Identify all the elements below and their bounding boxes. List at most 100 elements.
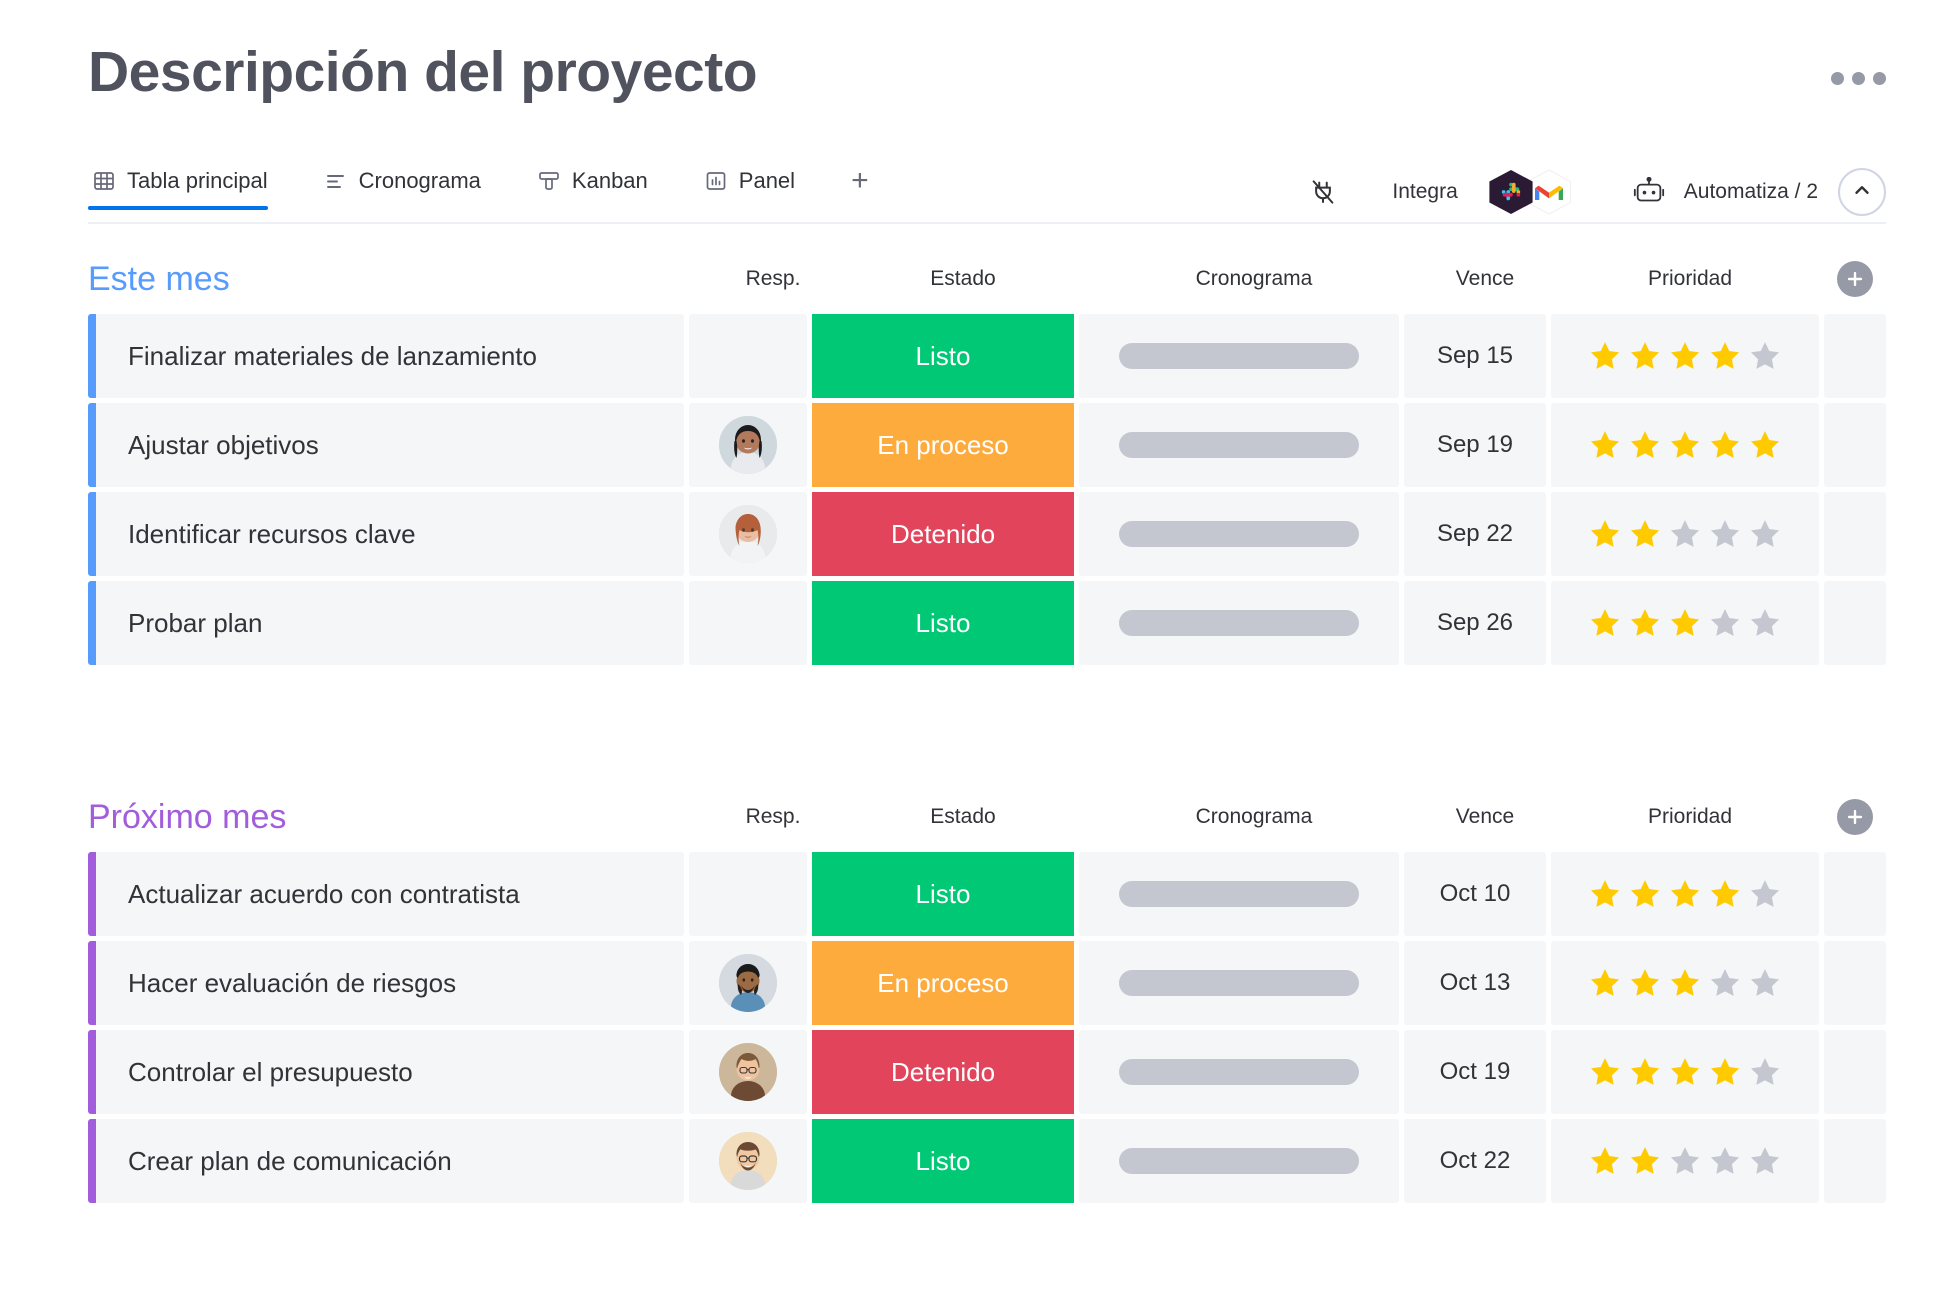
- star-icon[interactable]: [1588, 606, 1622, 640]
- cell-timeline[interactable]: [1079, 492, 1399, 576]
- cell-timeline[interactable]: [1079, 581, 1399, 665]
- tab-cronograma[interactable]: Cronograma: [320, 168, 503, 208]
- cell-timeline[interactable]: [1079, 1119, 1399, 1203]
- cell-due-date[interactable]: Oct 22: [1404, 1119, 1546, 1203]
- cell-due-date[interactable]: Oct 10: [1404, 852, 1546, 936]
- integrate-button[interactable]: Integra: [1392, 180, 1457, 204]
- star-icon[interactable]: [1748, 1144, 1782, 1178]
- rating-stars[interactable]: [1588, 1144, 1782, 1178]
- automate-button[interactable]: Automatiza / 2: [1684, 180, 1818, 204]
- add-column-button[interactable]: [1837, 799, 1873, 835]
- rating-stars[interactable]: [1588, 339, 1782, 373]
- star-icon[interactable]: [1628, 966, 1662, 1000]
- star-icon[interactable]: [1708, 1055, 1742, 1089]
- star-icon[interactable]: [1708, 1144, 1742, 1178]
- avatar[interactable]: [719, 505, 777, 563]
- rating-stars[interactable]: [1588, 517, 1782, 551]
- tab-tabla-principal[interactable]: Tabla principal: [88, 168, 290, 210]
- star-icon[interactable]: [1748, 966, 1782, 1000]
- cell-status[interactable]: Listo: [812, 852, 1074, 936]
- star-icon[interactable]: [1628, 339, 1662, 373]
- table-row[interactable]: Identificar recursos clave Detenido Sep …: [88, 492, 1886, 576]
- cell-due-date[interactable]: Oct 19: [1404, 1030, 1546, 1114]
- row-name[interactable]: Probar plan: [96, 581, 684, 665]
- table-row[interactable]: Controlar el presupuesto Detenido Oct 19: [88, 1030, 1886, 1114]
- cell-responsible[interactable]: [689, 403, 807, 487]
- cell-priority[interactable]: [1551, 581, 1819, 665]
- tab-panel[interactable]: Panel: [700, 168, 817, 208]
- star-icon[interactable]: [1668, 1144, 1702, 1178]
- cell-status[interactable]: Listo: [812, 314, 1074, 398]
- table-row[interactable]: Ajustar objetivos En proceso Sep 19: [88, 403, 1886, 487]
- row-name[interactable]: Finalizar materiales de lanzamiento: [96, 314, 684, 398]
- cell-priority[interactable]: [1551, 941, 1819, 1025]
- more-options-button[interactable]: [1831, 72, 1886, 85]
- star-icon[interactable]: [1708, 966, 1742, 1000]
- star-icon[interactable]: [1708, 339, 1742, 373]
- cell-responsible[interactable]: [689, 1119, 807, 1203]
- star-icon[interactable]: [1668, 877, 1702, 911]
- star-icon[interactable]: [1748, 877, 1782, 911]
- star-icon[interactable]: [1748, 339, 1782, 373]
- row-name[interactable]: Hacer evaluación de riesgos: [96, 941, 684, 1025]
- cell-due-date[interactable]: Sep 26: [1404, 581, 1546, 665]
- star-icon[interactable]: [1708, 428, 1742, 462]
- table-row[interactable]: Actualizar acuerdo con contratista Listo…: [88, 852, 1886, 936]
- avatar[interactable]: [719, 416, 777, 474]
- cell-timeline[interactable]: [1079, 1030, 1399, 1114]
- cell-due-date[interactable]: Sep 22: [1404, 492, 1546, 576]
- cell-status[interactable]: Listo: [812, 1119, 1074, 1203]
- star-icon[interactable]: [1588, 428, 1622, 462]
- cell-status[interactable]: En proceso: [812, 941, 1074, 1025]
- star-icon[interactable]: [1668, 517, 1702, 551]
- star-icon[interactable]: [1748, 606, 1782, 640]
- star-icon[interactable]: [1668, 428, 1702, 462]
- cell-status[interactable]: Detenido: [812, 1030, 1074, 1114]
- cell-responsible[interactable]: [689, 492, 807, 576]
- avatar[interactable]: [719, 954, 777, 1012]
- avatar[interactable]: [719, 1132, 777, 1190]
- rating-stars[interactable]: [1588, 966, 1782, 1000]
- cell-timeline[interactable]: [1079, 403, 1399, 487]
- cell-priority[interactable]: [1551, 403, 1819, 487]
- table-row[interactable]: Finalizar materiales de lanzamiento List…: [88, 314, 1886, 398]
- rating-stars[interactable]: [1588, 877, 1782, 911]
- star-icon[interactable]: [1628, 1144, 1662, 1178]
- star-icon[interactable]: [1668, 606, 1702, 640]
- star-icon[interactable]: [1708, 606, 1742, 640]
- cell-priority[interactable]: [1551, 1119, 1819, 1203]
- cell-priority[interactable]: [1551, 1030, 1819, 1114]
- star-icon[interactable]: [1748, 1055, 1782, 1089]
- star-icon[interactable]: [1628, 517, 1662, 551]
- star-icon[interactable]: [1588, 1144, 1622, 1178]
- table-row[interactable]: Crear plan de comunicación Listo Oct 22: [88, 1119, 1886, 1203]
- table-row[interactable]: Hacer evaluación de riesgos En proceso O…: [88, 941, 1886, 1025]
- row-name[interactable]: Ajustar objetivos: [96, 403, 684, 487]
- star-icon[interactable]: [1588, 1055, 1622, 1089]
- star-icon[interactable]: [1628, 1055, 1662, 1089]
- row-name[interactable]: Controlar el presupuesto: [96, 1030, 684, 1114]
- cell-responsible[interactable]: [689, 941, 807, 1025]
- star-icon[interactable]: [1668, 966, 1702, 1000]
- cell-priority[interactable]: [1551, 852, 1819, 936]
- star-icon[interactable]: [1708, 517, 1742, 551]
- cell-timeline[interactable]: [1079, 314, 1399, 398]
- star-icon[interactable]: [1748, 428, 1782, 462]
- star-icon[interactable]: [1708, 877, 1742, 911]
- cell-timeline[interactable]: [1079, 852, 1399, 936]
- star-icon[interactable]: [1588, 517, 1622, 551]
- rating-stars[interactable]: [1588, 1055, 1782, 1089]
- cell-status[interactable]: En proceso: [812, 403, 1074, 487]
- cell-responsible[interactable]: [689, 852, 807, 936]
- star-icon[interactable]: [1628, 606, 1662, 640]
- rating-stars[interactable]: [1588, 428, 1782, 462]
- star-icon[interactable]: [1668, 339, 1702, 373]
- star-icon[interactable]: [1588, 966, 1622, 1000]
- star-icon[interactable]: [1588, 339, 1622, 373]
- collapse-toolbar-button[interactable]: [1838, 168, 1886, 216]
- star-icon[interactable]: [1748, 517, 1782, 551]
- cell-priority[interactable]: [1551, 492, 1819, 576]
- cell-due-date[interactable]: Sep 19: [1404, 403, 1546, 487]
- add-column-button[interactable]: [1837, 261, 1873, 297]
- add-view-button[interactable]: +: [851, 166, 869, 207]
